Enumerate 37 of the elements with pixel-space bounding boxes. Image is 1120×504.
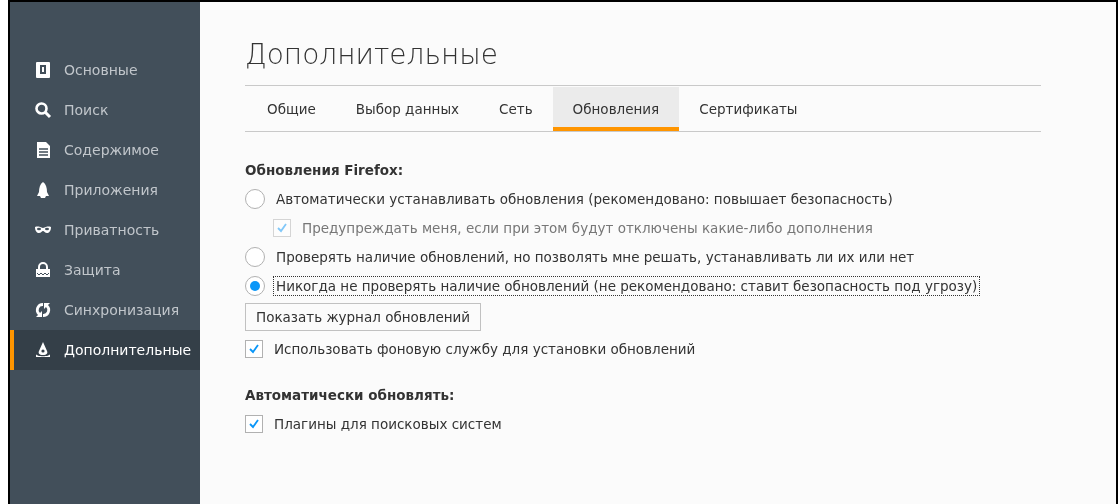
tab[interactable]: Общие (247, 87, 336, 131)
radio-button[interactable] (245, 275, 265, 296)
radio-label[interactable]: Автоматически устанавливать обновления (рекомендовано: повышает безопасность) (273, 188, 896, 209)
sidebar-item[interactable]: Содержимое (10, 130, 200, 170)
checkmark-icon (248, 417, 260, 430)
section-heading: Обновления Firefox: (245, 162, 405, 178)
checkbox[interactable] (245, 414, 263, 433)
tab[interactable]: Выбор данных (335, 87, 480, 131)
document-icon (34, 141, 52, 159)
radio-button[interactable] (245, 246, 265, 267)
lock-icon (34, 261, 52, 279)
section-heading: Автоматически обновлять: (245, 387, 456, 403)
checkmark-icon (248, 342, 260, 355)
sidebar-item[interactable]: Поиск (10, 90, 200, 130)
tab[interactable]: Сертификаты (679, 87, 818, 131)
tab[interactable]: Обновления (552, 87, 680, 131)
wizard-hat-icon (34, 341, 52, 359)
checkmark-icon (276, 221, 288, 234)
radio-label[interactable]: Проверять наличие обновлений, но позволять мне решать, устанавливать ли их или нет (273, 246, 918, 267)
radio-label[interactable]: Никогда не проверять наличие обновлений (не рекомендовано: ставит безопасность под угрозу) (273, 275, 981, 296)
sidebar-item[interactable]: Синхронизация (10, 290, 200, 330)
checkbox[interactable] (245, 339, 263, 358)
show-update-history-button[interactable]: Показать журнал обновлений (245, 303, 482, 331)
sidebar-item[interactable]: Защита (10, 250, 200, 290)
search-icon (34, 101, 52, 119)
sidebar-item[interactable]: Приватность (10, 210, 200, 250)
sync-icon (34, 301, 52, 319)
checkbox-label[interactable]: Плагины для поисковых систем (271, 413, 505, 434)
checkbox-label[interactable]: Использовать фоновую службу для установки обновлений (271, 338, 699, 359)
sidebar-item[interactable]: Приложения (10, 170, 200, 210)
rocket-icon (34, 181, 52, 199)
radio-button[interactable] (245, 188, 265, 209)
sidebar-item[interactable]: Основные (10, 50, 200, 90)
page-title: Дополнительные (245, 38, 499, 71)
tab[interactable]: Сеть (479, 87, 553, 131)
switch-icon (34, 61, 52, 79)
sidebar-item[interactable]: Дополнительные (10, 330, 200, 370)
